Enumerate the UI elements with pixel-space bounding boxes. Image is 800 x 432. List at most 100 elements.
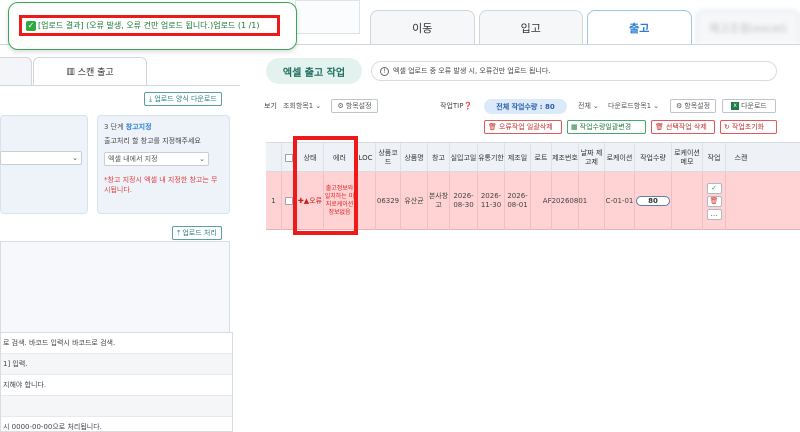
header-location: 로케이션	[605, 143, 635, 173]
header-lot: 로트	[531, 143, 552, 173]
header-select-all[interactable]	[282, 143, 297, 173]
chevron-down-icon: ⌄	[653, 102, 659, 110]
refresh-icon: ↻	[724, 123, 730, 131]
header-warehouse: 창고	[428, 143, 450, 173]
header-date-extra: 날짜 제고제	[579, 143, 605, 173]
header-status: 상태	[297, 143, 324, 173]
work-tip[interactable]: 작업TIP❓	[440, 101, 472, 111]
barcode-icon: ▥	[66, 66, 75, 77]
more-icon[interactable]: …	[706, 208, 722, 220]
download-item-select[interactable]: 다운로드항목1 ⌄	[608, 99, 659, 113]
header-expiry: 유통기한	[478, 143, 505, 173]
row-loc-memo	[672, 172, 703, 230]
download-form-label: 업로드 양식 다운로드	[154, 95, 217, 103]
info-line: 로 검색. 바코드 입력시 바코드로 검색.	[1, 333, 232, 354]
header-mfg-date: 제조일	[505, 143, 531, 173]
grid-icon: ▦	[571, 123, 578, 131]
delete-selected-button[interactable]: 🗑 선택작업 삭제	[651, 120, 715, 134]
chevron-down-icon: ⌄	[199, 155, 205, 163]
header-error: 에러	[324, 143, 356, 173]
tab-scan-outbound[interactable]: ▥ 스캔 출고	[33, 57, 147, 85]
tab-stock-adjust[interactable]: 재고조정(excel)	[695, 10, 800, 44]
view-select-value: 조회항목1	[283, 102, 314, 110]
excel-outbound-work-title: 엑셀 출고 작업	[266, 58, 362, 84]
download-icon: ⤓	[149, 94, 153, 103]
upload-process-button[interactable]: ⤒ 업로드 처리	[172, 226, 222, 240]
upload-drop-area[interactable]	[0, 241, 230, 335]
step2-select[interactable]: ⌄	[0, 151, 82, 165]
qty-input[interactable]: 80	[636, 196, 670, 206]
table-row[interactable]: 1 ✚▲오류 출고정보와 일치하는 미지로케이션 정보없음 06329 유산균 …	[266, 172, 800, 230]
step3-title: 3 단계 창고지정	[104, 122, 223, 132]
step3-box: 3 단계 창고지정 출고처리 할 창고를 지정해주세요 엑셀 내에서 지정 ⌄ …	[97, 115, 230, 214]
tab-excel-outbound[interactable]	[0, 57, 32, 85]
info-list: 로 검색. 바코드 입력시 바코드로 검색. 1] 입력. 지해야 합니다. 시…	[0, 332, 233, 432]
warehouse-select[interactable]: 엑셀 내에서 지정 ⌄	[104, 152, 209, 166]
download-button[interactable]: x 다운로드	[722, 99, 776, 113]
row-mfg-date: 2026-08-01	[505, 172, 531, 230]
row-index: 1	[266, 172, 282, 230]
trash-icon[interactable]: 🗑	[706, 195, 722, 207]
chevron-down-icon: ⌄	[592, 102, 599, 110]
chevron-down-icon: ⌄	[72, 154, 78, 162]
page: 이동 입고 출고 재고조정(excel) ▥ 스캔 출고 ⤓ 업로드 양식 다운…	[0, 0, 800, 432]
toast-message: [업로드 결과] (오류 발생, 오류 건만 업로드 됩니다.)업로드 (1 /…	[38, 21, 260, 30]
tab-outbound[interactable]: 출고	[587, 10, 692, 44]
row-scan	[726, 172, 756, 230]
top-tabs: 이동 입고 출고 재고조정(excel)	[370, 10, 800, 44]
bulk-qty-change-button[interactable]: ▦ 작업수량일괄변경	[567, 120, 646, 134]
step3-title-highlight: 창고지정	[125, 123, 152, 131]
row-work-actions: ✓ 🗑 …	[703, 172, 726, 230]
header-loc: LOC	[356, 143, 376, 173]
info-line	[1, 396, 232, 417]
sub-tab-divider	[0, 85, 240, 86]
work-info-bar: ! 엑셀 업로드 중 오류 발생 시, 오류건만 업로드 됩니다.	[371, 61, 777, 81]
row-error: 출고정보와 일치하는 미지로케이션 정보없음	[324, 172, 356, 230]
row-warehouse: 본사창고	[428, 172, 450, 230]
header-qty: 작업수량	[635, 143, 672, 173]
upload-result-toast: ✓ [업로드 결과] (오류 발생, 오류 건만 업로드 됩니다.)업로드 (1…	[8, 2, 297, 50]
info-line: 1] 입력.	[1, 354, 232, 375]
row-product-code: 06329	[376, 172, 401, 230]
select-all-checkbox[interactable]	[285, 154, 293, 162]
info-line: 지해야 합니다.	[1, 375, 232, 396]
row-checkbox[interactable]	[285, 197, 293, 205]
delete-error-work-button[interactable]: 🗑 오류작업 일괄삭제	[484, 120, 562, 134]
left-panel: ▥ 스캔 출고 ⤓ 업로드 양식 다운로드 ⌄ 3 단계 창고지정 출고처리 할…	[0, 44, 240, 432]
header-index	[266, 143, 282, 173]
item-setting-button-2[interactable]: ⚙ 항목설정	[670, 99, 716, 113]
warehouse-select-value: 엑셀 내에서 지정	[108, 155, 158, 163]
header-in-date: 실입고일	[450, 143, 478, 173]
bulk-qty-change-label: 작업수량일괄변경	[579, 123, 632, 131]
work-tip-label: 작업TIP	[440, 102, 464, 110]
table-header: 상태 에러 LOC 상품코드 상품명 창고 실입고일 유통기한 제조일 로트 제…	[266, 142, 800, 173]
item-setting-label-2: 항목설정	[684, 102, 711, 110]
row-status: ✚▲오류	[297, 172, 324, 230]
download-item-select-value: 다운로드항목1	[608, 102, 652, 110]
work-info-text: 엑셀 업로드 중 오류 발생 시, 오류건만 업로드 됩니다.	[393, 67, 551, 75]
row-location: C-01-01	[605, 172, 635, 230]
item-setting-button[interactable]: ⚙ 항목설정	[331, 99, 378, 113]
upload-icon: ⤒	[177, 228, 181, 237]
view-select[interactable]: 조회항목1 ⌄	[283, 99, 321, 113]
gear-icon: ⚙	[675, 102, 683, 110]
tab-inbound[interactable]: 입고	[478, 10, 583, 44]
header-product-code: 상품코드	[376, 143, 401, 173]
gear-icon: ⚙	[337, 102, 344, 110]
confirm-icon[interactable]: ✓	[706, 182, 722, 194]
row-qty-cell: 80	[635, 172, 672, 230]
row-mfg-no: AF20260801	[543, 172, 587, 230]
row-loc	[356, 172, 376, 230]
tab-move[interactable]: 이동	[370, 10, 475, 44]
step3-warning: *창고 지정시 엑셀 내 지정한 창고는 무시됩니다.	[104, 176, 218, 194]
row-in-date: 2026-08-30	[450, 172, 478, 230]
download-form-button[interactable]: ⤓ 업로드 양식 다운로드	[144, 92, 222, 106]
toast-message-box: ✓ [업로드 결과] (오류 발생, 오류 건만 업로드 됩니다.)업로드 (1…	[19, 15, 280, 36]
work-table: 상태 에러 LOC 상품코드 상품명 창고 실입고일 유통기한 제조일 로트 제…	[266, 142, 800, 230]
reset-work-button[interactable]: ↻ 작업초기화	[720, 120, 777, 134]
row-select[interactable]	[282, 172, 297, 230]
all-select[interactable]: 전체 ⌄	[578, 99, 599, 113]
delete-selected-label: 선택작업 삭제	[665, 123, 707, 131]
header-loc-memo: 로케이션메모	[672, 143, 703, 173]
trash-icon: 🗑	[488, 123, 497, 131]
